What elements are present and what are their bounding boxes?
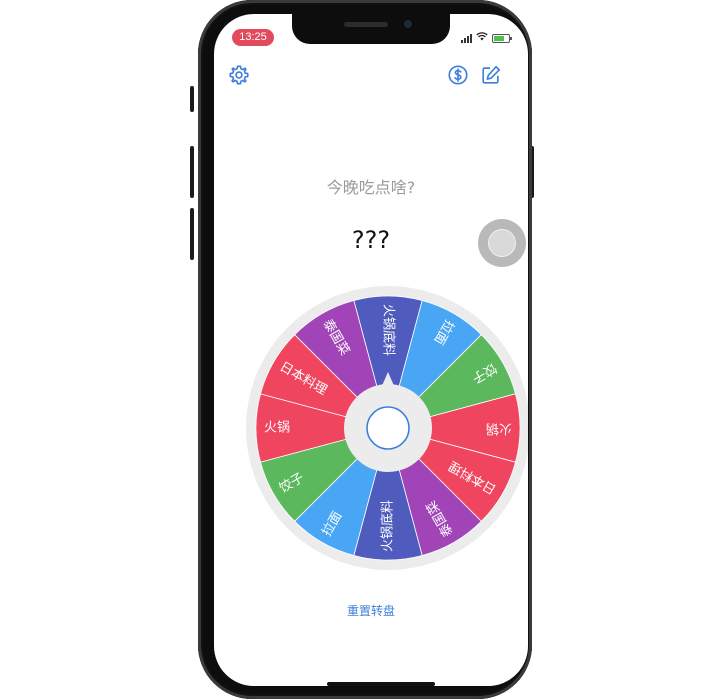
status-time: 13:25: [232, 29, 274, 46]
spin-button[interactable]: [366, 406, 410, 450]
volume-down-button: [190, 208, 194, 260]
wheel-segment-label: 火锅: [486, 421, 512, 437]
assistive-touch-button[interactable]: [478, 219, 526, 267]
wheel-segment-label: 火锅底料: [380, 500, 396, 552]
phone-mockup: 13:25 今晚吃点啥? ??? 火锅底料 拉面 饺子 火锅 日本料理 泰国菜 …: [190, 0, 538, 699]
volume-up-button: [190, 146, 194, 198]
dollar-icon: [448, 65, 468, 85]
settings-button[interactable]: [228, 64, 250, 86]
edit-button[interactable]: [480, 64, 502, 86]
speaker: [344, 22, 388, 27]
notch: [292, 14, 450, 44]
coin-button[interactable]: [447, 64, 469, 86]
app-screen: 13:25 今晚吃点啥? ??? 火锅底料 拉面 饺子 火锅 日本料理 泰国菜 …: [214, 14, 528, 686]
front-camera: [404, 20, 412, 28]
reset-wheel-button[interactable]: 重置转盘: [214, 602, 528, 619]
mute-switch: [190, 86, 194, 112]
cellular-signal-icon: [461, 33, 472, 43]
page-title: 今晚吃点啥?: [326, 178, 416, 197]
wheel-segment-label: 火锅底料: [381, 304, 397, 356]
status-icons: [461, 32, 512, 44]
home-indicator: [327, 682, 435, 686]
edit-icon: [482, 65, 501, 84]
phone-frame: 13:25 今晚吃点啥? ??? 火锅底料 拉面 饺子 火锅 日本料理 泰国菜 …: [198, 0, 532, 699]
gear-icon: [229, 65, 249, 85]
spin-wheel[interactable]: 火锅底料 拉面饺子火锅日本料理泰国菜火锅底料拉面饺子火锅日本料理泰国菜: [246, 286, 528, 570]
wheel-segment-label: 火锅: [264, 420, 290, 436]
battery-icon: [492, 33, 512, 43]
wifi-icon: [476, 32, 488, 44]
